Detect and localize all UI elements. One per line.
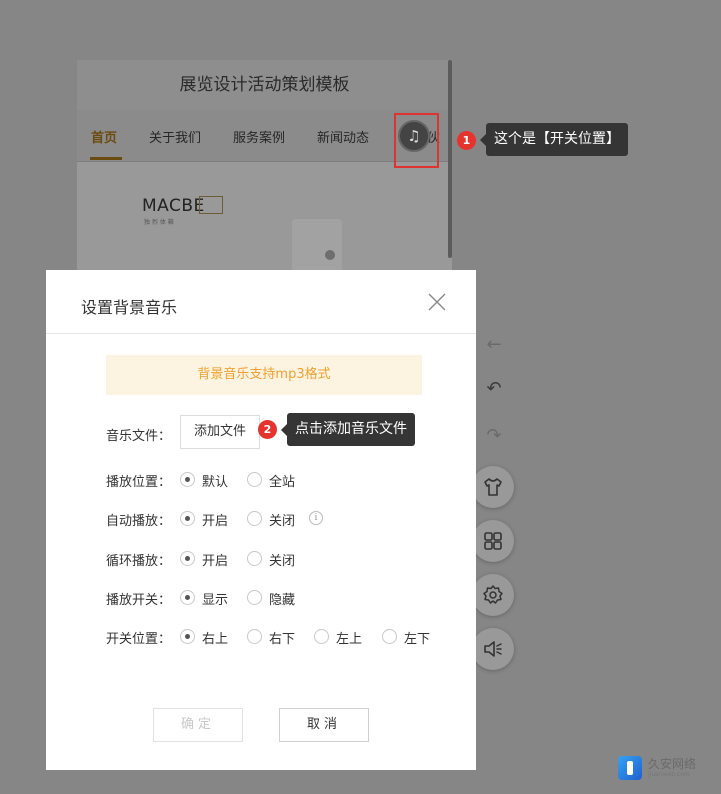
preview-logo: MACBE [142,196,205,216]
nav-item-about[interactable]: 关于我们 [149,127,201,146]
watermark-url: jiuanweb.com [648,771,690,778]
preview-logo-sub: 独 烈 体 箱 [144,219,174,226]
logo-box [199,196,223,214]
radio-label: 左下 [404,632,431,647]
radio-dot [180,472,195,487]
radio-label: 右上 [202,632,229,647]
switch-position-label: 开关位置： [106,632,172,647]
cancel-button[interactable]: 取消 [279,708,369,742]
watermark-logo-icon [618,756,642,780]
background-music-dialog: 设置背景音乐 背景音乐支持mp3格式 音乐文件： 添加文件 播放位置： 默认 全… [46,270,476,770]
confirm-button[interactable]: 确定 [153,708,243,742]
radio-dot [314,629,329,644]
switch-display-label: 播放开关： [106,593,172,608]
info-icon[interactable]: i [309,511,323,525]
radio-dot [247,629,262,644]
redo-icon[interactable]: ↷ [482,424,506,448]
radio-label: 默认 [202,475,229,490]
radio-label: 隐藏 [269,593,296,608]
radio-label: 开启 [202,514,229,529]
radio-dot [247,472,262,487]
grid-icon [484,532,502,550]
add-file-button[interactable]: 添加文件 [180,415,260,449]
music-button[interactable] [472,628,514,670]
banner-dot [325,250,335,260]
components-button[interactable] [472,520,514,562]
page-preview: 展览设计活动策划模板 首页 关于我们 服务案例 新闻动态 合作伙 MACBE 独… [77,60,452,280]
step-marker-1: 1 [457,131,476,150]
settings-icon [483,585,503,604]
radio-dot [180,551,195,566]
radio-label: 全站 [269,475,296,490]
undo-icon[interactable]: ↶ [482,377,506,401]
preview-banner: MACBE 独 烈 体 箱 [77,162,452,280]
close-icon[interactable] [427,292,447,312]
preview-scrollbar[interactable] [448,60,452,258]
music-file-label: 音乐文件： [106,429,172,444]
nav-item-cases[interactable]: 服务案例 [233,127,285,146]
theme-button[interactable] [472,466,514,508]
tooltip-switch-position: 这个是【开关位置】 [480,123,628,156]
autoplay-label: 自动播放： [106,514,172,529]
nav-item-news[interactable]: 新闻动态 [317,127,369,146]
highlight-box [394,113,439,168]
radio-dot [180,590,195,605]
format-notice: 背景音乐支持mp3格式 [106,355,422,395]
nav-active-underline [90,157,122,160]
tooltip-add-music: 点击添加音乐文件 [281,413,415,446]
dialog-header: 设置背景音乐 [46,270,476,334]
dialog-title: 设置背景音乐 [81,298,178,317]
radio-label: 右下 [269,632,296,647]
radio-dot [247,511,262,526]
radio-label: 开启 [202,554,229,569]
radio-dot [180,511,195,526]
nav-item-home[interactable]: 首页 [91,127,117,146]
settings-button[interactable] [472,574,514,616]
loop-label: 循环播放： [106,554,172,569]
radio-dot [180,629,195,644]
step-marker-2: 2 [258,420,277,439]
shirt-icon [484,478,502,496]
back-arrow-icon[interactable]: ← [482,333,506,357]
watermark-name: 久安网络 [648,757,697,771]
radio-label: 关闭 [269,554,296,569]
radio-label: 左上 [336,632,363,647]
play-position-label: 播放位置： [106,475,172,490]
radio-label: 关闭 [269,514,296,529]
preview-title: 展览设计活动策划模板 [77,60,452,110]
radio-label: 显示 [202,593,229,608]
radio-dot [382,629,397,644]
speaker-icon [484,641,502,657]
radio-dot [247,551,262,566]
radio-dot [247,590,262,605]
